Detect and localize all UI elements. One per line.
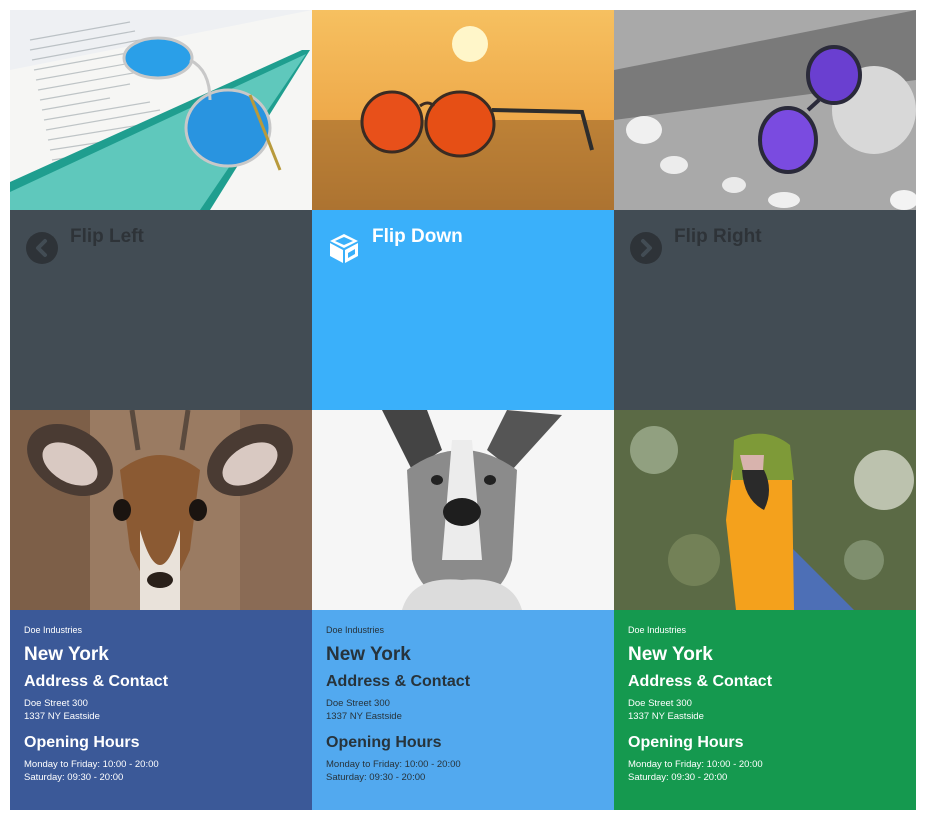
hours-line: Monday to Friday: 10:00 - 20:00	[628, 759, 763, 770]
city-heading: New York	[326, 644, 411, 665]
hours-heading: Opening Hours	[24, 734, 140, 751]
photo-sunglasses-beach-bw	[614, 10, 916, 210]
address-line: 1337 NY Eastside	[24, 711, 100, 722]
photo-sunglasses-on-book	[10, 10, 312, 210]
hours-heading: Opening Hours	[628, 734, 744, 751]
flip-box-grid: Flip Left Flip Down Flip Right Doe Indus…	[10, 10, 916, 810]
chevron-right-circle-icon	[630, 232, 662, 264]
address-heading: Address & Contact	[24, 673, 169, 690]
flip-right-tile[interactable]: Flip Right	[614, 210, 916, 410]
address-line: Doe Street 300	[628, 698, 692, 709]
flip-down-label: Flip Down	[372, 226, 463, 247]
flip-down-tile[interactable]: Flip Down	[312, 210, 614, 410]
hours-line: Saturday: 09:30 - 20:00	[326, 772, 426, 783]
flip-right-label: Flip Right	[674, 226, 762, 247]
company-name: Doe Industries	[24, 625, 83, 635]
hours-line: Saturday: 09:30 - 20:00	[628, 772, 728, 783]
photo-sunglasses-sunset	[312, 10, 614, 210]
address-heading: Address & Contact	[628, 673, 773, 690]
hours-line: Monday to Friday: 10:00 - 20:00	[326, 759, 461, 770]
company-name: Doe Industries	[326, 625, 385, 635]
chevron-left-circle-icon	[26, 232, 58, 264]
cube-icon	[330, 234, 358, 263]
address-heading: Address & Contact	[326, 673, 471, 690]
info-card-light-blue: Doe Industries New York Address & Contac…	[312, 610, 614, 810]
photo-dog	[312, 410, 614, 610]
info-card-green: Doe Industries New York Address & Contac…	[614, 610, 916, 810]
hours-line: Monday to Friday: 10:00 - 20:00	[24, 759, 159, 770]
address-line: 1337 NY Eastside	[628, 711, 704, 722]
flip-left-tile[interactable]: Flip Left	[10, 210, 312, 410]
hours-heading: Opening Hours	[326, 734, 442, 751]
address-line: Doe Street 300	[326, 698, 390, 709]
photo-deer	[10, 410, 312, 610]
company-name: Doe Industries	[628, 625, 687, 635]
address-line: 1337 NY Eastside	[326, 711, 402, 722]
photo-parrot	[614, 410, 916, 610]
hours-line: Saturday: 09:30 - 20:00	[24, 772, 124, 783]
city-heading: New York	[24, 644, 109, 665]
city-heading: New York	[628, 644, 713, 665]
info-card-blue: Doe Industries New York Address & Contac…	[10, 610, 312, 810]
flip-left-label: Flip Left	[70, 226, 144, 247]
address-line: Doe Street 300	[24, 698, 88, 709]
